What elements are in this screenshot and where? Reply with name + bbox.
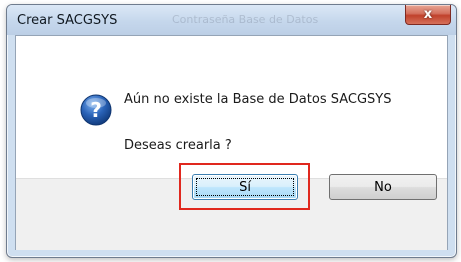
yes-button-label: Sí — [196, 178, 294, 196]
message-area: ? Aún no existe la Base de Datos SACGSYS… — [16, 36, 447, 178]
yes-button[interactable]: Sí — [192, 174, 298, 200]
svg-text:?: ? — [90, 98, 102, 122]
window-title: Crear SACGSYS — [17, 13, 118, 28]
dialog-window: Contraseña Base de Datos Crear SACGSYS x… — [6, 4, 457, 258]
title-bar[interactable]: Contraseña Base de Datos Crear SACGSYS x — [7, 5, 456, 35]
question-icon: ? — [80, 94, 112, 126]
close-icon: x — [423, 7, 433, 22]
close-button[interactable]: x — [405, 5, 451, 25]
background-window-title: Contraseña Base de Datos — [172, 13, 319, 26]
dialog-question: Deseas crearla ? — [124, 138, 232, 153]
no-button[interactable]: No — [329, 174, 437, 200]
dialog-message: Aún no existe la Base de Datos SACGSYS — [124, 92, 392, 107]
dialog-client-area: ? Aún no existe la Base de Datos SACGSYS… — [15, 35, 448, 250]
